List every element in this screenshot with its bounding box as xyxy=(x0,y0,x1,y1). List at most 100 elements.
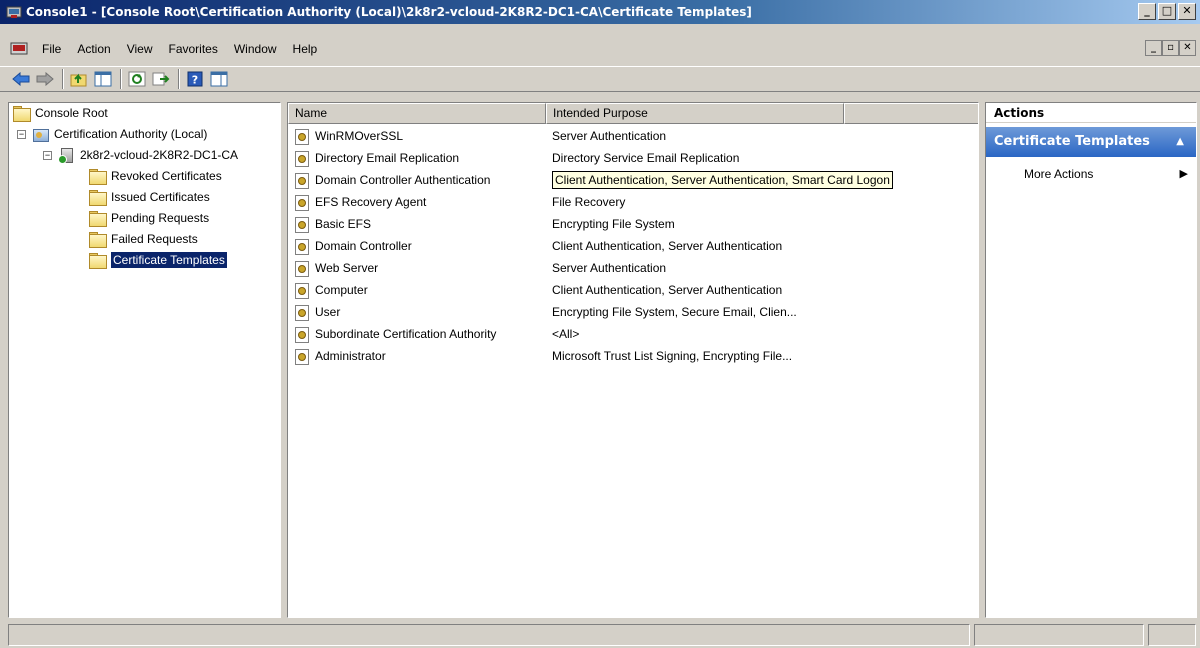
submenu-arrow-icon: ▶ xyxy=(1179,168,1188,180)
column-header-intended-purpose[interactable]: Intended Purpose xyxy=(546,103,844,124)
toolbar-separator xyxy=(178,69,180,89)
tree-node-issued-certificates[interactable]: Issued Certificates xyxy=(89,187,210,207)
close-button[interactable]: ✕ xyxy=(1178,3,1196,20)
intended-purpose: Server Authentication xyxy=(552,129,667,143)
tree-label: Certification Authority (Local) xyxy=(54,127,208,141)
more-actions-label: More Actions xyxy=(1024,167,1094,181)
cell-intended-purpose: Encrypting File System xyxy=(548,217,968,231)
back-button[interactable] xyxy=(10,69,32,89)
export-list-icon xyxy=(152,72,170,86)
show-hide-tree-icon xyxy=(94,71,112,87)
collapse-toggle[interactable]: − xyxy=(17,129,26,139)
table-row[interactable]: Administrator Microsoft Trust List Signin… xyxy=(288,345,978,367)
cell-intended-purpose: Microsoft Trust List Signing, Encrypting… xyxy=(548,349,968,363)
table-row[interactable]: Domain Controller Client Authentication, … xyxy=(288,235,978,257)
maximize-button[interactable]: □ xyxy=(1158,3,1176,20)
mmc-window: Console1 - [Console Root\Certification A… xyxy=(0,0,1200,648)
child-minimize-button[interactable]: _ xyxy=(1145,40,1162,56)
certificate-template-icon xyxy=(294,260,309,277)
certificate-template-icon xyxy=(294,150,309,167)
up-folder-icon xyxy=(70,73,87,87)
menu-bar: File Action View Favorites Window Help _… xyxy=(0,36,1200,62)
forward-button[interactable] xyxy=(34,69,56,89)
menu-view[interactable]: View xyxy=(119,42,161,56)
cell-intended-purpose: Server Authentication xyxy=(548,129,968,143)
table-row[interactable]: EFS Recovery Agent File Recovery xyxy=(288,191,978,213)
template-name: EFS Recovery Agent xyxy=(315,195,427,209)
menu-favorites[interactable]: Favorites xyxy=(161,42,226,56)
certificate-template-icon xyxy=(294,326,309,343)
folder-icon xyxy=(89,253,107,269)
refresh-button[interactable] xyxy=(126,69,148,89)
cell-template-name: Directory Email Replication xyxy=(288,150,548,167)
tree-label: Issued Certificates xyxy=(111,190,210,204)
help-button[interactable]: ? xyxy=(184,69,206,89)
toolbar-separator xyxy=(62,69,64,89)
template-name: Subordinate Certification Authority xyxy=(315,327,497,341)
show-hide-tree-button[interactable] xyxy=(92,69,114,89)
table-row[interactable]: Computer Client Authentication, Server Au… xyxy=(288,279,978,301)
template-name: Computer xyxy=(315,283,368,297)
certificate-template-icon xyxy=(294,128,309,145)
menu-action[interactable]: Action xyxy=(69,42,118,56)
template-name: Domain Controller Authentication xyxy=(315,173,491,187)
title-bar[interactable]: Console1 - [Console Root\Certification A… xyxy=(0,0,1200,24)
show-action-pane-button[interactable] xyxy=(208,69,230,89)
template-name: Basic EFS xyxy=(315,217,372,231)
folder-icon xyxy=(89,211,107,227)
intended-purpose: File Recovery xyxy=(552,195,626,209)
svg-text:?: ? xyxy=(192,74,198,87)
forward-arrow-icon xyxy=(36,72,54,86)
table-row[interactable]: WinRMOverSSL Server Authentication xyxy=(288,125,978,147)
menu-file[interactable]: File xyxy=(34,42,69,56)
intended-purpose: Encrypting File System xyxy=(552,217,675,231)
table-row[interactable]: Basic EFS Encrypting File System xyxy=(288,213,978,235)
tree-node-failed-requests[interactable]: Failed Requests xyxy=(89,229,198,249)
intended-purpose: Encrypting File System, Secure Email, Cl… xyxy=(552,305,797,319)
console-icon[interactable] xyxy=(10,41,28,57)
cell-intended-purpose: Server Authentication xyxy=(548,261,968,275)
column-header-blank[interactable] xyxy=(844,103,978,124)
up-one-level-button[interactable] xyxy=(68,69,90,89)
child-close-button[interactable]: ✕ xyxy=(1179,40,1196,56)
folder-icon xyxy=(89,190,107,206)
intended-purpose: Microsoft Trust List Signing, Encrypting… xyxy=(552,349,793,363)
tree-node-ca-server[interactable]: − 2k8r2-vcloud-2K8R2-DC1-CA xyxy=(43,145,238,165)
result-list[interactable]: Name Intended Purpose WinRMOverSSL Server… xyxy=(287,102,979,618)
intended-purpose: Directory Service Email Replication xyxy=(552,151,740,165)
collapse-up-icon[interactable]: ▲ xyxy=(1176,127,1184,157)
tree-node-console-root[interactable]: Console Root xyxy=(13,103,108,123)
menu-help[interactable]: Help xyxy=(285,42,326,56)
template-name: Domain Controller xyxy=(315,239,412,253)
more-actions-item[interactable]: More Actions ▶ xyxy=(986,163,1196,185)
collapse-toggle[interactable]: − xyxy=(43,150,52,160)
table-row[interactable]: Subordinate Certification Authority <All> xyxy=(288,323,978,345)
column-header-name[interactable]: Name xyxy=(288,103,546,124)
table-row[interactable]: User Encrypting File System, Secure Email… xyxy=(288,301,978,323)
intended-purpose-tooltip: Client Authentication, Server Authentica… xyxy=(552,171,893,189)
tree-node-certificate-templates[interactable]: Certificate Templates xyxy=(89,250,228,270)
cell-intended-purpose: Client Authentication, Server Authentica… xyxy=(548,171,968,189)
table-row[interactable]: Directory Email Replication Directory Ser… xyxy=(288,147,978,169)
export-list-button[interactable] xyxy=(150,69,172,89)
intended-purpose: Client Authentication, Server Authentica… xyxy=(552,239,783,253)
tree-node-pending-requests[interactable]: Pending Requests xyxy=(89,208,209,228)
table-row[interactable]: Web Server Server Authentication xyxy=(288,257,978,279)
mmc-app-icon[interactable] xyxy=(6,4,22,20)
folder-icon xyxy=(89,232,107,248)
console-tree[interactable]: Console Root − Certification Authority (… xyxy=(8,102,281,618)
tree-node-revoked-certificates[interactable]: Revoked Certificates xyxy=(89,166,222,186)
child-restore-button[interactable]: ▫ xyxy=(1162,40,1179,56)
cell-intended-purpose: File Recovery xyxy=(548,195,968,209)
template-name: User xyxy=(315,305,341,319)
list-header: Name Intended Purpose xyxy=(288,103,978,124)
certification-authority-icon xyxy=(32,126,49,142)
intended-purpose: <All> xyxy=(552,327,580,341)
tree-node-certification-authority[interactable]: − Certification Authority (Local) xyxy=(17,124,207,144)
certificate-template-icon xyxy=(294,194,309,211)
help-icon: ? xyxy=(187,71,203,87)
minimize-button[interactable]: _ xyxy=(1138,3,1156,20)
actions-section-header[interactable]: Certificate Templates ▲ xyxy=(986,127,1196,157)
menu-window[interactable]: Window xyxy=(226,42,285,56)
table-row[interactable]: Domain Controller Authentication Client A… xyxy=(288,169,978,191)
